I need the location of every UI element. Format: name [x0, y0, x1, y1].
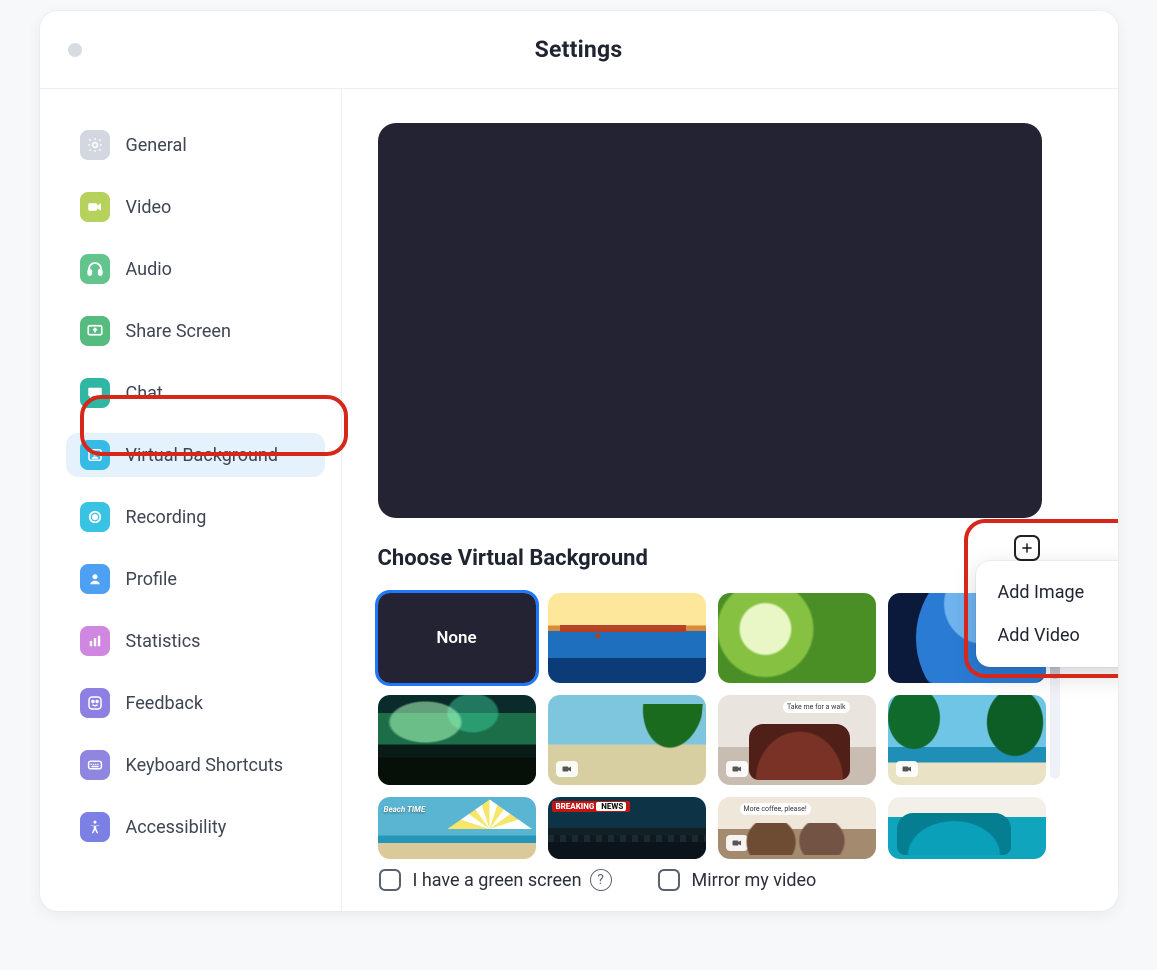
window-title: Settings — [535, 36, 623, 63]
add-background-button[interactable] — [1014, 535, 1040, 561]
video-badge-icon — [556, 835, 578, 851]
sidebar-item-audio[interactable]: Audio — [66, 247, 325, 291]
headphones-icon — [80, 254, 110, 284]
bg-thumb-golden-gate[interactable] — [548, 593, 706, 683]
bg-thumb-city-news[interactable]: BREAKING — [548, 797, 706, 859]
popover-item-add-video[interactable]: Add Video — [976, 614, 1118, 657]
chat-icon — [80, 378, 110, 408]
video-badge-icon — [556, 761, 578, 777]
thumb-badge-text: Beach TIME — [384, 805, 426, 814]
section-title: Choose Virtual Background — [378, 546, 1082, 571]
titlebar: Settings — [40, 11, 1118, 89]
sidebar-item-statistics[interactable]: Statistics — [66, 619, 325, 663]
checkbox[interactable] — [658, 869, 680, 891]
feedback-icon — [80, 688, 110, 718]
sidebar-item-label: Keyboard Shortcuts — [126, 755, 284, 776]
bg-thumb-aurora[interactable] — [378, 695, 536, 785]
sidebar-item-label: Share Screen — [126, 321, 231, 342]
sidebar-item-feedback[interactable]: Feedback — [66, 681, 325, 725]
content: General Video Audio Share Screen — [40, 89, 1118, 911]
sidebar-item-label: General — [126, 135, 187, 156]
help-icon[interactable]: ? — [590, 869, 612, 891]
sidebar-item-chat[interactable]: Chat — [66, 371, 325, 415]
accessibility-icon — [80, 812, 110, 842]
bg-thumb-none-label: None — [436, 628, 476, 648]
share-screen-icon — [80, 316, 110, 346]
video-icon — [80, 192, 110, 222]
video-badge-icon — [386, 761, 408, 777]
settings-window: Settings General Video Audio — [40, 11, 1118, 911]
video-preview — [378, 123, 1042, 518]
sidebar-item-label: Audio — [126, 259, 172, 280]
sidebar-item-general[interactable]: General — [66, 123, 325, 167]
video-badge-icon — [896, 761, 918, 777]
sidebar-item-recording[interactable]: Recording — [66, 495, 325, 539]
option-label: I have a green screen — [413, 870, 582, 891]
bg-thumb-cat-sofa[interactable] — [888, 797, 1046, 859]
plus-icon — [1020, 541, 1034, 555]
background-grid: None Take me for a walk — [378, 593, 1046, 887]
sidebar-item-label: Profile — [126, 569, 177, 590]
speech-bubble: More coffee, please! — [740, 803, 811, 815]
window-control-dot[interactable] — [68, 43, 82, 57]
bg-thumb-dog-couch[interactable]: Take me for a walk — [718, 695, 876, 785]
bar-chart-icon — [80, 626, 110, 656]
sidebar-item-label: Chat — [126, 383, 163, 404]
sidebar-item-label: Statistics — [126, 631, 201, 652]
sidebar-item-share-screen[interactable]: Share Screen — [66, 309, 325, 353]
option-label: Mirror my video — [692, 870, 817, 891]
sidebar-item-video[interactable]: Video — [66, 185, 325, 229]
main-panel: Choose Virtual Background None Take me f… — [342, 89, 1118, 911]
thumb-badge-text: BREAKING — [552, 801, 631, 812]
video-badge-icon — [726, 761, 748, 777]
bg-thumb-cafe[interactable]: More coffee, please! — [718, 797, 876, 859]
bg-thumb-grass[interactable] — [718, 593, 876, 683]
video-badge-icon — [726, 835, 748, 851]
bg-thumb-none[interactable]: None — [378, 593, 536, 683]
sidebar-item-label: Recording — [126, 507, 207, 528]
virtual-background-icon — [80, 440, 110, 470]
sidebar-item-accessibility[interactable]: Accessibility — [66, 805, 325, 849]
record-icon — [80, 502, 110, 532]
gear-icon — [80, 130, 110, 160]
sidebar: General Video Audio Share Screen — [40, 89, 342, 911]
bg-thumb-tropical-sea[interactable] — [888, 695, 1046, 785]
bg-thumb-beach-umbrella[interactable]: Beach TIME — [378, 797, 536, 859]
bg-thumb-palm-beach[interactable] — [548, 695, 706, 785]
checkbox[interactable] — [379, 869, 401, 891]
sidebar-item-keyboard-shortcuts[interactable]: Keyboard Shortcuts — [66, 743, 325, 787]
sidebar-item-profile[interactable]: Profile — [66, 557, 325, 601]
profile-icon — [80, 564, 110, 594]
green-screen-option[interactable]: I have a green screen ? — [379, 869, 612, 891]
mirror-video-option[interactable]: Mirror my video — [658, 869, 817, 891]
add-background-popover: Add Image Add Video — [976, 561, 1118, 667]
sidebar-item-label: Accessibility — [126, 817, 227, 838]
sidebar-item-label: Feedback — [126, 693, 203, 714]
popover-item-add-image[interactable]: Add Image — [976, 571, 1118, 614]
keyboard-icon — [80, 750, 110, 780]
sidebar-item-virtual-background[interactable]: Virtual Background — [66, 433, 325, 477]
sidebar-item-label: Virtual Background — [126, 445, 279, 466]
speech-bubble: Take me for a walk — [783, 701, 850, 713]
options-row: I have a green screen ? Mirror my video — [379, 869, 817, 891]
sidebar-item-label: Video — [126, 197, 172, 218]
